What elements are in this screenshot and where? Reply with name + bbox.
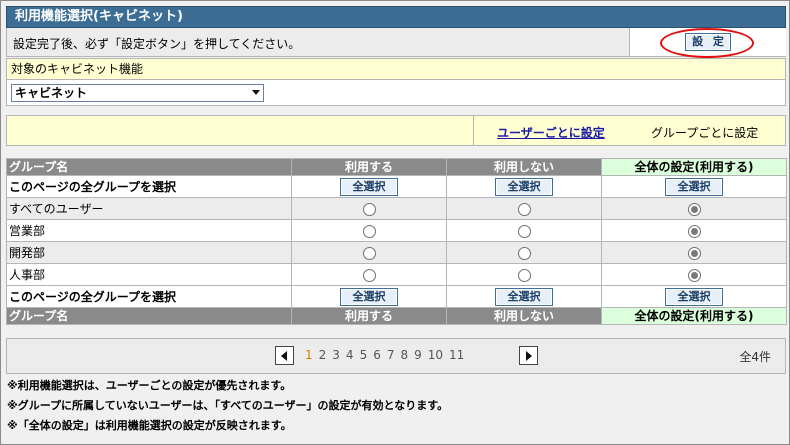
column-header: 全体の設定(利用する)	[601, 158, 787, 176]
column-header: グループ名	[6, 307, 292, 325]
radio-cell	[291, 219, 447, 242]
column-header: 全体の設定(利用する)	[601, 307, 787, 325]
select-all-cell: 全選択	[601, 285, 787, 308]
radio-use[interactable]	[362, 224, 376, 238]
table-row: 人事部	[6, 263, 787, 286]
page-number[interactable]: 2	[319, 348, 327, 362]
arrow-left-icon	[281, 351, 287, 361]
select-all-nouse-button[interactable]: 全選択	[495, 177, 553, 196]
pager: 1 2 3 4 5 6 7 8 9 10 11 全4件	[6, 338, 786, 374]
page-number[interactable]: 4	[346, 348, 354, 362]
mode-row: ユーザーごとに設定 グループごとに設定	[6, 115, 786, 146]
page-title: 利用機能選択(キャビネット)	[6, 6, 786, 28]
prev-page-button[interactable]	[275, 346, 294, 365]
top-header-row: グループ名 利用する 利用しない 全体の設定(利用する)	[6, 158, 787, 176]
page-number[interactable]: 1	[305, 348, 313, 362]
next-page-button[interactable]	[519, 346, 538, 365]
select-all-row: このページの全グループを選択 全選択 全選択 全選択	[6, 285, 787, 308]
page-number[interactable]: 3	[332, 348, 340, 362]
note-line: ※利用機能選択は、ユーザーごとの設定が優先されます。	[7, 379, 292, 392]
page-numbers: 1 2 3 4 5 6 7 8 9 10 11	[305, 348, 470, 362]
page-number[interactable]: 9	[414, 348, 422, 362]
column-header: 利用しない	[446, 158, 602, 176]
notice-text: 設定完了後、必ず「設定ボタン」を押してください。	[13, 37, 301, 51]
select-all-label: このページの全グループを選択	[6, 285, 292, 308]
select-all-all-button[interactable]: 全選択	[665, 287, 723, 306]
radio-cell	[446, 219, 602, 242]
radio-cell	[291, 263, 447, 286]
select-all-use-button[interactable]: 全選択	[340, 287, 398, 306]
radio-nouse[interactable]	[517, 268, 531, 282]
select-all-cell: 全選択	[601, 175, 787, 198]
settle-button[interactable]: 設 定	[685, 33, 731, 51]
bottom-header-row: グループ名 利用する 利用しない 全体の設定(利用する)	[6, 307, 787, 325]
notes: ※利用機能選択は、ユーザーごとの設定が優先されます。 ※グループに所属していないユ…	[7, 376, 448, 436]
group-name: 開発部	[6, 241, 292, 264]
group-table: グループ名 利用する 利用しない 全体の設定(利用する) このページの全グループを選択全…	[6, 158, 787, 325]
select-all-cell: 全選択	[291, 285, 447, 308]
radio-nouse[interactable]	[517, 246, 531, 260]
select-all-label: このページの全グループを選択	[6, 175, 292, 198]
note-line: ※グループに所属していないユーザーは、「すべてのユーザー」の設定が有効となります…	[7, 399, 449, 412]
target-select-row: キャビネット	[6, 80, 786, 106]
radio-cell	[601, 241, 787, 264]
radio-cell	[601, 263, 787, 286]
settle-button-cell: 設 定	[629, 28, 786, 56]
radio-all[interactable]	[687, 246, 701, 260]
table-row: 営業部	[6, 219, 787, 242]
table-row: 開発部	[6, 241, 787, 264]
radio-cell	[446, 241, 602, 264]
radio-all[interactable]	[687, 224, 701, 238]
radio-use[interactable]	[362, 202, 376, 216]
page-number[interactable]: 11	[449, 348, 464, 362]
column-header: 利用しない	[446, 307, 602, 325]
divider	[473, 116, 474, 145]
chevron-down-icon	[252, 90, 260, 95]
group-name: すべてのユーザー	[6, 197, 292, 220]
page-number[interactable]: 8	[400, 348, 408, 362]
page-number[interactable]: 10	[428, 348, 443, 362]
radio-nouse[interactable]	[517, 224, 531, 238]
window-frame: 利用機能選択(キャビネット) 設定完了後、必ず「設定ボタン」を押してください。 …	[0, 0, 790, 445]
page-number[interactable]: 5	[360, 348, 368, 362]
arrow-right-icon	[526, 351, 532, 361]
select-all-cell: 全選択	[291, 175, 447, 198]
cabinet-function-select-value: キャビネット	[15, 86, 88, 100]
total-count: 全4件	[739, 350, 771, 364]
by-group-current: グループごとに設定	[651, 126, 759, 140]
select-all-cell: 全選択	[446, 285, 602, 308]
radio-nouse[interactable]	[517, 202, 531, 216]
column-header: グループ名	[6, 158, 292, 176]
radio-all[interactable]	[687, 268, 701, 282]
select-all-nouse-button[interactable]: 全選択	[495, 287, 553, 306]
radio-use[interactable]	[362, 246, 376, 260]
select-all-row: このページの全グループを選択 全選択 全選択 全選択	[6, 175, 787, 198]
page-number[interactable]: 7	[387, 348, 395, 362]
note-line: ※「全体の設定」は利用機能選択の設定が反映されます。	[7, 419, 292, 432]
group-name: 営業部	[6, 219, 292, 242]
group-name: 人事部	[6, 263, 292, 286]
target-label: 対象のキャビネット機能	[6, 58, 786, 80]
cabinet-function-select[interactable]: キャビネット	[11, 84, 264, 102]
column-header: 利用する	[291, 307, 447, 325]
radio-cell	[446, 197, 602, 220]
select-all-use-button[interactable]: 全選択	[340, 177, 398, 196]
radio-use[interactable]	[362, 268, 376, 282]
radio-cell	[291, 197, 447, 220]
notice-row: 設定完了後、必ず「設定ボタン」を押してください。 設 定	[6, 28, 786, 57]
radio-cell	[601, 197, 787, 220]
select-all-cell: 全選択	[446, 175, 602, 198]
radio-cell	[601, 219, 787, 242]
page-number[interactable]: 6	[373, 348, 381, 362]
by-user-link[interactable]: ユーザーごとに設定	[497, 124, 605, 141]
table-row: すべてのユーザー	[6, 197, 787, 220]
radio-all[interactable]	[687, 202, 701, 216]
radio-cell	[446, 263, 602, 286]
column-header: 利用する	[291, 158, 447, 176]
select-all-all-button[interactable]: 全選択	[665, 177, 723, 196]
radio-cell	[291, 241, 447, 264]
